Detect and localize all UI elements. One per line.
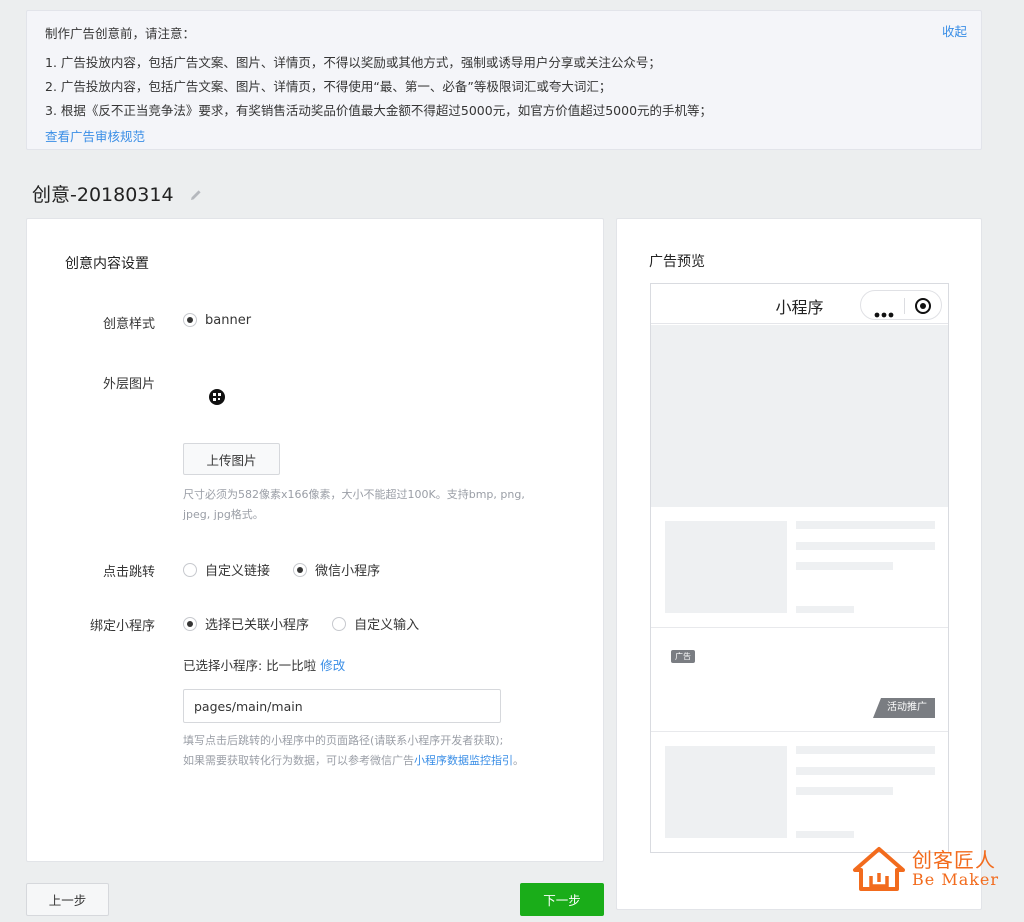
image-hint-line-2: jpeg, jpg格式。 bbox=[183, 508, 264, 521]
section-title: 创意内容设置 bbox=[65, 256, 149, 272]
skeleton-line bbox=[796, 562, 893, 570]
image-hint-line-1: 尺寸必须为582像素x166像素，大小不能超过100K。支持bmp, png, bbox=[183, 488, 525, 501]
skeleton-thumb bbox=[665, 746, 787, 838]
skeleton-line bbox=[796, 746, 935, 754]
prev-step-button[interactable]: 上一步 bbox=[26, 883, 109, 916]
bind-option-2-label: 自定义输入 bbox=[354, 618, 420, 633]
skeleton-line bbox=[796, 542, 935, 550]
radio-unchecked-icon bbox=[332, 616, 347, 631]
banner-placeholder bbox=[651, 325, 948, 507]
image-hint: 尺寸必须为582像素x166像素，大小不能超过100K。支持bmp, png, … bbox=[183, 485, 525, 525]
watermark-cn: 创客匠人 bbox=[912, 848, 996, 872]
house-logo-icon bbox=[852, 846, 906, 892]
notice-line-3: 3. 根据《反不正当竞争法》要求，有奖销售活动奖品价值最大金额不得超过5000元… bbox=[45, 103, 713, 118]
promo-tag: 活动推广 bbox=[873, 698, 935, 718]
creative-title: 创意-20180314 bbox=[32, 180, 204, 207]
path-hint-prefix: 如果需要获取转化行为数据，可以参考微信广告 bbox=[183, 754, 414, 767]
path-hint-line-2: 如果需要获取转化行为数据，可以参考微信广告小程序数据监控指引。 bbox=[183, 751, 524, 771]
watermark-en: Be Maker bbox=[912, 870, 1000, 889]
page-path-input[interactable] bbox=[183, 689, 501, 723]
close-target-icon bbox=[915, 298, 931, 314]
phone-header: 小程序 bbox=[651, 284, 948, 324]
skeleton-line bbox=[796, 606, 854, 613]
jump-option-2-label: 微信小程序 bbox=[315, 564, 381, 579]
creative-name: 创意-20180314 bbox=[32, 184, 174, 206]
jump-label: 点击跳转 bbox=[102, 565, 155, 580]
radio-checked-icon bbox=[183, 616, 197, 631]
style-option-label: banner bbox=[205, 312, 252, 328]
path-hint: 填写点击后跳转的小程序中的页面路径(请联系小程序开发者获取); 如果需要获取转化… bbox=[183, 731, 524, 771]
notice-title: 制作广告创意前，请注意： bbox=[45, 26, 196, 41]
data-monitor-guide-link[interactable]: 小程序数据监控指引 bbox=[414, 754, 513, 767]
path-hint-suffix: 。 bbox=[513, 754, 524, 767]
modify-link[interactable]: 修改 bbox=[320, 658, 345, 673]
creative-settings-panel: 创意内容设置 创意样式 banner 外层图片 上传图片 尺寸必须为582像素x… bbox=[26, 218, 604, 862]
capsule-divider bbox=[904, 298, 905, 314]
jump-radio-mini-program[interactable]: 微信小程序 bbox=[293, 560, 380, 579]
collapse-link[interactable]: 收起 bbox=[942, 21, 967, 40]
skeleton-line bbox=[796, 521, 935, 529]
bind-radio-custom[interactable]: 自定义输入 bbox=[332, 614, 419, 633]
ad-tag: 广告 bbox=[671, 650, 695, 663]
preview-title: 广告预览 bbox=[649, 254, 705, 270]
watermark-text: 创客匠人 Be Maker bbox=[912, 849, 999, 889]
upload-image-button[interactable]: 上传图片 bbox=[183, 443, 280, 475]
pencil-icon[interactable] bbox=[188, 186, 204, 202]
skeleton-line bbox=[796, 831, 854, 838]
notice-box: 制作广告创意前，请注意： 收起 1. 广告投放内容，包括广告文案、图片、详情页，… bbox=[26, 10, 982, 150]
divider bbox=[651, 627, 948, 628]
bind-label: 绑定小程序 bbox=[89, 619, 155, 634]
notice-line-2: 2. 广告投放内容，包括广告文案、图片、详情页，不得使用“最、第一、必备”等极限… bbox=[45, 79, 612, 94]
selected-mini-program: 已选择小程序: 比一比啦 修改 bbox=[183, 655, 345, 674]
image-label: 外层图片 bbox=[102, 377, 155, 392]
skeleton-line bbox=[796, 787, 893, 795]
path-hint-line-1: 填写点击后跳转的小程序中的页面路径(请联系小程序开发者获取); bbox=[183, 734, 504, 747]
capsule-menu bbox=[860, 290, 942, 320]
phone-mockup: 小程序 广告 活动推广 bbox=[650, 283, 949, 853]
skeleton-line bbox=[796, 767, 935, 775]
jump-option-1-label: 自定义链接 bbox=[205, 564, 271, 579]
ad-preview-panel: 广告预览 小程序 广告 活动推广 bbox=[616, 218, 982, 910]
next-step-button[interactable]: 下一步 bbox=[520, 883, 604, 916]
image-placeholder-icon bbox=[209, 389, 225, 405]
style-label: 创意样式 bbox=[102, 317, 155, 332]
divider bbox=[651, 731, 948, 732]
radio-checked-icon bbox=[293, 562, 308, 577]
bind-radio-linked[interactable]: 选择已关联小程序 bbox=[183, 614, 309, 633]
notice-line-1: 1. 广告投放内容，包括广告文案、图片、详情页，不得以奖励或其他方式，强制或诱导… bbox=[45, 55, 661, 70]
jump-radio-custom-link[interactable]: 自定义链接 bbox=[183, 560, 270, 579]
style-radio-banner[interactable]: banner bbox=[183, 313, 251, 328]
more-dots-icon bbox=[874, 303, 894, 318]
radio-checked-icon bbox=[183, 313, 197, 327]
watermark-logo: 创客匠人 Be Maker bbox=[852, 846, 1012, 892]
review-rules-link[interactable]: 查看广告审核规范 bbox=[45, 126, 963, 145]
bind-option-1-label: 选择已关联小程序 bbox=[205, 618, 310, 633]
selected-mini-program-text: 已选择小程序: 比一比啦 bbox=[183, 658, 317, 673]
skeleton-thumb bbox=[665, 521, 787, 613]
radio-unchecked-icon bbox=[183, 562, 197, 577]
